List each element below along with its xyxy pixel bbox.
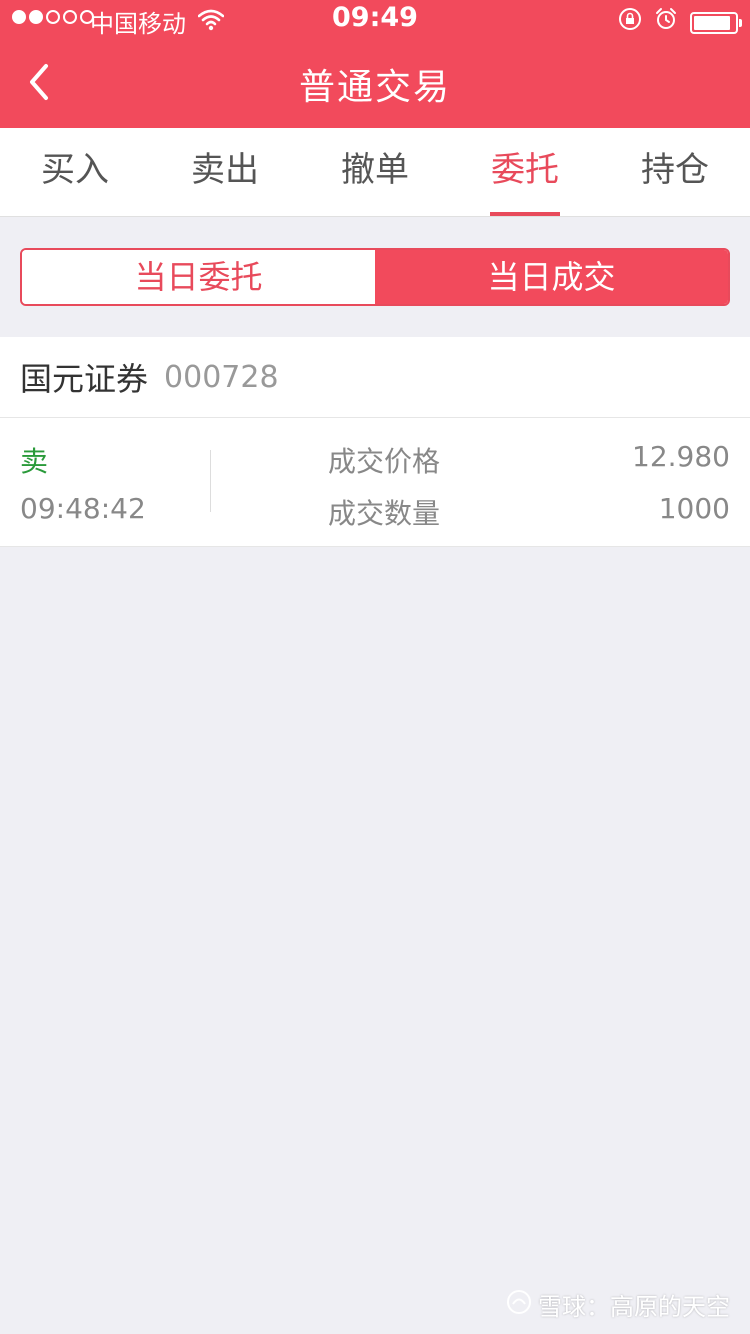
trade-row[interactable]: 卖 09:48:42 成交价格 12.980 成交数量 1000 [0, 418, 750, 547]
trade-side: 卖 [20, 445, 49, 478]
status-right [618, 7, 742, 38]
rotation-lock-icon [618, 7, 642, 38]
tab-cancel[interactable]: 撤单 [300, 128, 450, 216]
quantity-value: 1000 [658, 492, 730, 525]
tab-buy[interactable]: 买入 [0, 128, 150, 216]
trade-tabs: 买入 卖出 撤单 委托 持仓 [0, 128, 750, 217]
app-header: 中国移动 09:49 普通交易 [0, 0, 750, 128]
trade-time: 09:48:42 [20, 492, 146, 525]
battery-icon [690, 11, 742, 34]
watermark-text: 雪球：高原的天空 [538, 1293, 730, 1321]
segment-today-orders[interactable]: 当日委托 [22, 250, 375, 304]
status-bar: 中国移动 09:49 [0, 0, 750, 40]
snowball-logo-icon [506, 1289, 532, 1321]
watermark: 雪球：高原的天空 [506, 1287, 730, 1322]
price-value: 12.980 [632, 440, 730, 473]
page-title: 普通交易 [298, 67, 451, 108]
alarm-icon [654, 7, 678, 38]
row-divider [210, 450, 211, 512]
tab-positions[interactable]: 持仓 [600, 128, 750, 216]
tab-sell[interactable]: 卖出 [150, 128, 300, 216]
tab-orders[interactable]: 委托 [450, 128, 600, 216]
navigation-bar: 普通交易 [0, 40, 750, 128]
order-segment-control: 当日委托 当日成交 [20, 248, 730, 306]
price-label: 成交价格 [328, 445, 441, 478]
stock-header: 国元证券 000728 [0, 337, 750, 418]
segment-today-deals[interactable]: 当日成交 [375, 250, 728, 304]
stock-code: 000728 [164, 359, 279, 395]
quantity-label: 成交数量 [328, 497, 441, 530]
stock-name: 国元证券 [20, 360, 149, 398]
